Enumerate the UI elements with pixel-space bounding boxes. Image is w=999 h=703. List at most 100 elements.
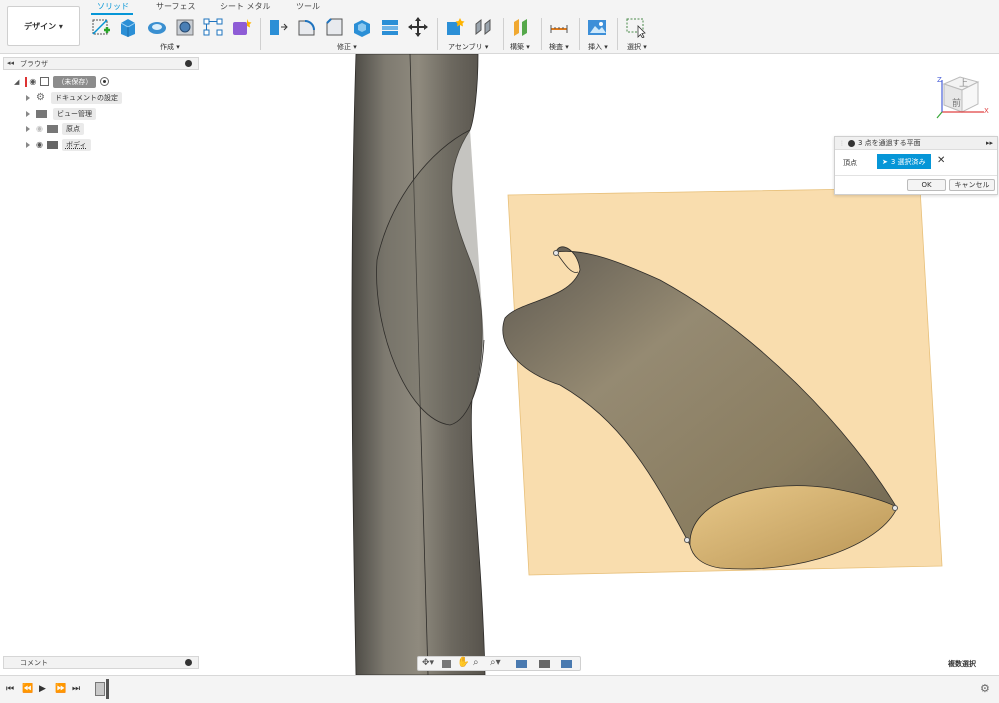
eye-icon[interactable]: ◉ (36, 140, 43, 149)
tree-item-named-views[interactable]: ビュー管理 (26, 107, 96, 120)
expand-dialog-icon[interactable]: ▸▸ (986, 139, 993, 147)
toolbar-separator (541, 18, 542, 50)
modify-menu[interactable]: 修正 ▾ (337, 42, 357, 52)
expand-icon[interactable] (26, 141, 30, 148)
root-label[interactable]: （未保存） (53, 75, 97, 88)
expand-icon[interactable] (26, 110, 30, 117)
timeline-feature-icon[interactable] (95, 682, 105, 696)
plane-through-three-points-dialog: ⋮ 3 点を通過する平面 ▸▸ 頂点 ➤ 3 選択済み ✕ OK キャンセル (834, 136, 998, 195)
folder-icon (36, 109, 47, 118)
go-to-end-icon[interactable]: ⏭ (72, 684, 80, 694)
zoom-icon[interactable]: ⌕ (473, 657, 479, 668)
vertex-field-label: 頂点 (843, 159, 857, 167)
tree-item-origin[interactable]: ◉ 原点 (26, 122, 84, 135)
selection-count: 3 選択済み (890, 157, 926, 166)
axis-z-label: Z (937, 76, 942, 84)
expand-icon[interactable]: ◢ (14, 78, 19, 86)
expand-icon[interactable] (26, 125, 30, 132)
collapse-icon[interactable]: ◂◂ (7, 59, 14, 67)
folder-icon (46, 124, 58, 133)
hole-icon[interactable] (174, 16, 196, 38)
tree-item-document-settings[interactable]: ⚙ ドキュメントの設定 (26, 91, 122, 104)
comments-title: コメント (20, 659, 48, 667)
vertex-point[interactable] (553, 250, 559, 256)
tree-root[interactable]: ◢ ◉ （未保存） (14, 75, 110, 88)
select-icon[interactable] (625, 16, 647, 38)
pan-icon[interactable]: ✋ (457, 657, 469, 668)
offset-plane-icon[interactable] (510, 16, 532, 38)
shell-icon[interactable] (351, 16, 373, 38)
play-icon[interactable]: ▶ (39, 684, 46, 694)
step-forward-icon[interactable]: ⏩ (55, 684, 66, 694)
fillet-icon[interactable] (295, 16, 317, 38)
go-to-start-icon[interactable]: ⏮ (6, 684, 14, 694)
look-at-icon[interactable] (442, 660, 451, 668)
folder-icon (46, 140, 58, 149)
toolbar: デザイン ▾ ソリッド サーフェス シート メタル ツール 作成 ▾ 修正 ▾ … (0, 0, 999, 54)
add-comment-icon[interactable] (185, 659, 192, 666)
gear-icon: ⚙ (36, 92, 45, 103)
cursor-icon: ➤ (882, 157, 888, 166)
step-back-icon[interactable]: ⏪ (22, 684, 33, 694)
toolbar-separator (579, 18, 580, 50)
view-cube[interactable]: 上 前 X Z (934, 72, 992, 122)
axis-x-label: X (984, 107, 989, 115)
eye-hidden-icon[interactable]: ◉ (36, 124, 43, 133)
press-pull-icon[interactable] (266, 16, 288, 38)
ok-button[interactable]: OK (907, 179, 946, 191)
drag-handle-icon[interactable]: ⋮ (839, 140, 845, 147)
joint-icon[interactable] (472, 16, 494, 38)
vertex-point[interactable] (684, 537, 690, 543)
document-icon (40, 77, 50, 86)
inspect-menu[interactable]: 検査 ▾ (549, 42, 569, 52)
construct-menu[interactable]: 構築 ▾ (510, 42, 530, 52)
dialog-title: 3 点を通過する平面 (858, 139, 921, 147)
insert-image-icon[interactable] (586, 16, 608, 38)
expand-icon[interactable] (26, 94, 30, 101)
clear-selection-icon[interactable]: ✕ (937, 155, 945, 166)
timeline-bar: ⏮ ⏪ ▶ ⏩ ⏭ ⚙ (0, 675, 999, 703)
create-sketch-icon[interactable] (90, 16, 112, 38)
active-tab-indicator (91, 13, 133, 15)
grid-settings-icon[interactable] (539, 660, 550, 668)
active-marker (25, 76, 28, 87)
cancel-button[interactable]: キャンセル (949, 179, 995, 191)
create-menu[interactable]: 作成 ▾ (160, 42, 180, 52)
tab-tools[interactable]: ツール (296, 1, 320, 12)
comments-panel-header[interactable]: コメント (3, 656, 199, 669)
create-form-icon[interactable] (230, 16, 252, 38)
selection-mode-status: 複数選択 (948, 660, 976, 668)
view-cube-top-label: 上 (959, 79, 969, 89)
vertex-point[interactable] (892, 505, 898, 511)
timeline-marker[interactable] (106, 679, 109, 699)
orbit-icon[interactable]: ✥▾ (422, 658, 434, 668)
tab-solid[interactable]: ソリッド (97, 1, 129, 12)
measure-icon[interactable] (548, 16, 570, 38)
chamfer-icon[interactable] (323, 16, 345, 38)
timeline-settings-gear-icon[interactable]: ⚙ (980, 682, 990, 695)
browser-pin-icon[interactable] (185, 60, 192, 67)
insert-menu[interactable]: 挿入 ▾ (588, 42, 608, 52)
zoom-window-icon[interactable]: ⌕▾ (490, 657, 501, 668)
assemble-menu[interactable]: アセンブリ ▾ (448, 42, 488, 52)
vertex-selection-button[interactable]: ➤ 3 選択済み (877, 154, 931, 169)
dialog-header[interactable]: ⋮ 3 点を通過する平面 ▸▸ (835, 137, 997, 150)
eye-icon[interactable]: ◉ (29, 77, 36, 86)
new-component-icon[interactable] (444, 16, 466, 38)
viewports-icon[interactable] (561, 660, 572, 668)
activate-icon[interactable] (100, 77, 110, 86)
extrude-icon[interactable] (117, 16, 139, 38)
browser-panel-header[interactable]: ◂◂ ブラウザ (3, 57, 199, 70)
combine-icon[interactable] (379, 16, 401, 38)
dialog-divider (835, 175, 997, 176)
display-settings-icon[interactable] (516, 660, 527, 668)
tree-item-bodies[interactable]: ◉ ボディ (26, 138, 91, 151)
tab-sheet-metal[interactable]: シート メタル (220, 1, 271, 12)
workspace-button[interactable]: デザイン ▾ (7, 6, 80, 46)
pattern-icon[interactable] (202, 16, 224, 38)
select-menu[interactable]: 選択 ▾ (627, 42, 647, 52)
move-icon[interactable] (407, 16, 429, 38)
tab-surface[interactable]: サーフェス (156, 1, 196, 12)
revolve-icon[interactable] (146, 16, 168, 38)
tree-item-label: ドキュメントの設定 (50, 91, 122, 104)
